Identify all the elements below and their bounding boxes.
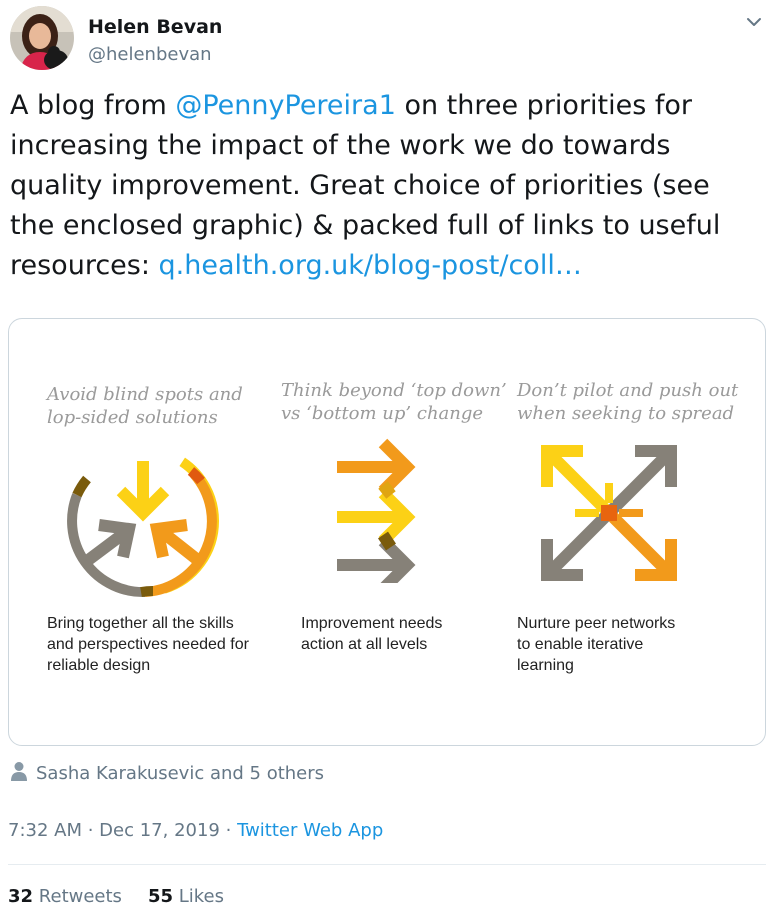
graphic-col2-caption-line: Improvement needs [301,615,443,632]
divider [8,864,766,865]
retweets-label: Retweets [38,886,122,907]
graphic-col3-title-line: Don’t pilot and push out [517,380,739,401]
tweet-header: Helen Bevan @helenbevan [10,4,766,74]
person-icon [10,761,28,785]
chevron-down-icon[interactable] [744,12,764,32]
tweet-image[interactable]: Avoid blind spots and lop-sided solution… [8,318,766,746]
graphic-col1-title-line: Avoid blind spots and [47,384,243,405]
likers-text[interactable]: Sasha Karakusevic and 5 others [36,763,324,784]
graphic-col1-title-line: lop-sided solutions [47,407,218,428]
likers-summary[interactable]: Sasha Karakusevic and 5 others [10,760,324,786]
retweets-count: 32 [8,886,34,907]
user-handle[interactable]: @helenbevan [88,44,212,65]
tweet-date[interactable]: Dec 17, 2019 [99,820,220,841]
graphic-col2-title-line: Think beyond ‘top down’ [281,380,507,401]
url-link[interactable]: q.health.org.uk/blog-post/coll… [159,250,582,281]
tweet-text: A blog from @PennyPereira1 on three prio… [10,86,762,286]
likes-stat[interactable]: 55 Likes [148,886,224,907]
graphic-col3-caption-line: to enable iterative [517,636,644,653]
meta-separator: · [219,820,238,841]
graphic-col2-title-line: vs ‘bottom up’ change [281,403,484,424]
graphic-col3-title: Don’t pilot and push out when seeking to… [517,379,738,425]
tweet-source-app[interactable]: Twitter Web App [237,820,383,841]
graphic-col1-caption-line: reliable design [47,657,151,674]
circle-arrows-graphic [67,445,219,598]
tweet-time[interactable]: 7:32 AM [8,820,82,841]
retweets-stat[interactable]: 32 Retweets [8,886,122,907]
graphic-col2-caption: Improvement needs action at all levels [301,613,442,655]
graphic-col1-title: Avoid blind spots and lop-sided solution… [47,383,243,429]
graphic-col3-caption: Nurture peer networks to enable iterativ… [517,613,675,676]
graphic-col3-caption-line: learning [517,657,574,674]
tweet-text-part: A blog from [10,90,176,121]
user-name[interactable]: Helen Bevan [88,16,222,38]
avatar[interactable] [10,6,74,70]
graphic-col1-caption: Bring together all the skills and perspe… [47,613,249,676]
mention-link[interactable]: @PennyPereira1 [175,90,396,121]
graphic-col1-caption-line: and perspectives needed for [47,636,249,653]
graphic-col1-caption-line: Bring together all the skills [47,615,234,632]
graphic-col2-caption-line: action at all levels [301,636,428,653]
graphic-col3-caption-line: Nurture peer networks [517,615,676,632]
likes-count: 55 [147,886,173,907]
tweet-meta: 7:32 AM · Dec 17, 2019 · Twitter Web App [8,820,383,841]
graphic-col2-title: Think beyond ‘top down’ vs ‘bottom up’ c… [281,379,507,425]
layered-arrows-graphic [337,438,416,583]
graphic-col3-title-line: when seeking to spread [517,403,735,424]
tweet-stats: 32 Retweets 55 Likes [8,886,250,907]
meta-separator: · [82,820,100,841]
spread-arrows-graphic [541,445,677,581]
likes-label: Likes [178,886,224,907]
